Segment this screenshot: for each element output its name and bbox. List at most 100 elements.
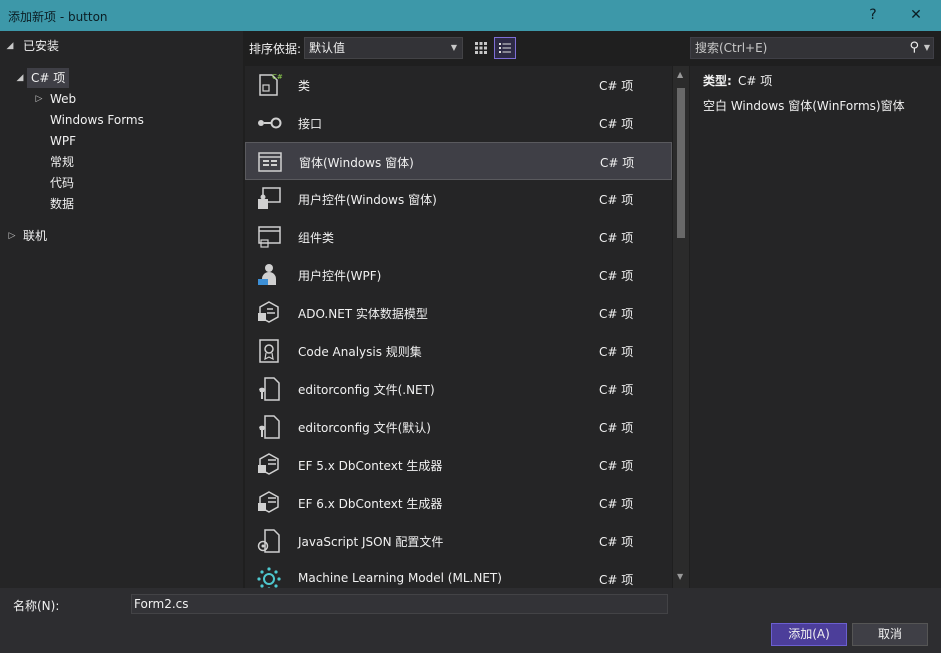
svg-text:C#: C# [272, 73, 283, 81]
close-button[interactable]: ✕ [899, 2, 933, 28]
sort-label: 排序依据: [249, 42, 302, 56]
template-item-row[interactable]: EF 5.x DbContext 生成器 C# 项 [245, 446, 672, 484]
editorconfig-icon [255, 375, 283, 403]
user-control-icon [255, 185, 283, 213]
entity-model-icon [255, 299, 283, 327]
template-item-language: C# 项 [599, 497, 634, 511]
tree-node-wpf[interactable]: WPF [50, 131, 76, 151]
tree-node-general[interactable]: 常规 [50, 152, 74, 172]
window-title: 添加新项 - button [8, 10, 108, 24]
scroll-thumb[interactable] [677, 88, 685, 238]
template-item-language: C# 项 [599, 79, 634, 93]
collapse-arrow-icon[interactable]: ◢ [5, 36, 15, 56]
help-button[interactable]: ? [856, 2, 890, 28]
tree-node-installed[interactable]: 已安装 [23, 36, 59, 56]
template-item-name: JavaScript JSON 配置文件 [298, 535, 444, 549]
template-item-name: ADO.NET 实体数据模型 [298, 307, 428, 321]
component-class-icon [255, 223, 283, 251]
list-view-button[interactable] [494, 37, 516, 59]
template-item-language: C# 项 [599, 193, 634, 207]
tree-node-data[interactable]: 数据 [50, 194, 74, 214]
class-icon: C# [255, 71, 283, 99]
wpf-user-control-icon [255, 261, 283, 289]
template-item-name: 用户控件(WPF) [298, 269, 382, 283]
template-item-row[interactable]: EF 6.x DbContext 生成器 C# 项 [245, 484, 672, 522]
bottom-bar: 名称(N): 添加(A) 取消 [0, 588, 941, 653]
template-item-language: C# 项 [599, 345, 634, 359]
template-item-row[interactable]: editorconfig 文件(.NET) C# 项 [245, 370, 672, 408]
title-bar: 添加新项 - button ? ✕ [0, 0, 941, 31]
template-tree: ◢ 已安装 ◢ C# 项 ▷ Web Windows Forms WPF 常规 … [0, 31, 243, 588]
search-box[interactable]: 搜索(Ctrl+E) ⚲ ▼ [690, 37, 934, 59]
tree-node-csharp[interactable]: C# 项 [27, 68, 70, 88]
template-item-row[interactable]: 组件类 C# 项 [245, 218, 672, 256]
template-item-row[interactable]: 窗体(Windows 窗体) C# 项 [245, 142, 672, 180]
search-input[interactable]: 搜索(Ctrl+E) [695, 41, 767, 55]
add-button[interactable]: 添加(A) [771, 623, 847, 646]
template-item-row[interactable]: 用户控件(Windows 窗体) C# 项 [245, 180, 672, 218]
template-item-row[interactable]: editorconfig 文件(默认) C# 项 [245, 408, 672, 446]
template-item-name: Code Analysis 规则集 [298, 345, 422, 359]
template-item-row[interactable]: 接口 C# 项 [245, 104, 672, 142]
tree-node-online[interactable]: 联机 [23, 226, 47, 246]
scroll-up-icon[interactable]: ▲ [677, 70, 683, 79]
collapse-arrow-icon[interactable]: ◢ [15, 68, 25, 88]
template-item-name: EF 6.x DbContext 生成器 [298, 497, 443, 511]
template-item-language: C# 项 [599, 421, 634, 435]
grid-view-icon [475, 42, 487, 54]
json-config-icon [255, 527, 283, 555]
template-item-language: C# 项 [599, 535, 634, 549]
template-item-language: C# 项 [599, 231, 634, 245]
template-item-language: C# 项 [599, 459, 634, 473]
expand-arrow-icon[interactable]: ▷ [7, 226, 17, 246]
template-item-row[interactable]: ADO.NET 实体数据模型 C# 项 [245, 294, 672, 332]
details-panel: 类型: C# 项 空白 Windows 窗体(WinForms)窗体 [690, 66, 941, 588]
ruleset-icon [255, 337, 283, 365]
template-item-name: 组件类 [298, 231, 335, 245]
cancel-button[interactable]: 取消 [852, 623, 928, 646]
windows-form-icon [256, 148, 284, 176]
chevron-down-icon[interactable]: ▼ [924, 38, 930, 58]
template-item-language: C# 项 [599, 307, 634, 321]
sort-dropdown[interactable]: 默认值 ▼ [304, 37, 463, 59]
dbcontext-generator-icon [255, 451, 283, 479]
template-item-name: 类 [298, 79, 311, 93]
template-item-name: Machine Learning Model (ML.NET) [298, 571, 502, 585]
dbcontext-generator-icon [255, 489, 283, 517]
name-label: 名称(N): [13, 599, 60, 613]
scroll-down-icon[interactable]: ▼ [677, 572, 683, 581]
template-item-language: C# 项 [599, 269, 634, 283]
template-item-language: C# 项 [599, 117, 634, 131]
template-item-language: C# 项 [599, 573, 634, 587]
ml-model-icon [255, 565, 283, 588]
grid-view-button[interactable] [470, 37, 492, 59]
template-item-row[interactable]: 用户控件(WPF) C# 项 [245, 256, 672, 294]
template-item-row[interactable]: JavaScript JSON 配置文件 C# 项 [245, 522, 672, 560]
chevron-down-icon: ▼ [450, 43, 457, 52]
template-item-name: 用户控件(Windows 窗体) [298, 193, 437, 207]
template-item-row[interactable]: C# 类 C# 项 [245, 66, 672, 104]
sort-value: 默认值 [309, 41, 346, 55]
editorconfig-icon [255, 413, 283, 441]
template-item-language: C# 项 [599, 383, 634, 397]
template-item-row[interactable]: Code Analysis 规则集 C# 项 [245, 332, 672, 370]
search-icon[interactable]: ⚲ [909, 38, 919, 58]
item-description: 空白 Windows 窗体(WinForms)窗体 [703, 99, 905, 113]
interface-icon [255, 109, 283, 137]
type-value: C# 项 [738, 74, 773, 88]
expand-arrow-icon[interactable]: ▷ [34, 89, 44, 109]
template-item-name: 窗体(Windows 窗体) [299, 156, 414, 170]
template-item-row[interactable]: Machine Learning Model (ML.NET) C# 项 [245, 560, 672, 588]
list-scrollbar[interactable]: ▲ ▼ [673, 66, 689, 588]
name-field[interactable] [131, 594, 668, 614]
template-item-name: 接口 [298, 117, 323, 131]
template-item-name: editorconfig 文件(.NET) [298, 383, 435, 397]
tree-node-windows-forms[interactable]: Windows Forms [50, 110, 144, 130]
template-list: C# 类 C# 项接口 C# 项窗体(Windows 窗体) C# 项用户控件(Wind… [245, 66, 672, 588]
tree-node-web[interactable]: Web [50, 89, 76, 109]
template-item-name: editorconfig 文件(默认) [298, 421, 431, 435]
list-view-icon [499, 43, 511, 53]
template-item-name: EF 5.x DbContext 生成器 [298, 459, 443, 473]
type-label: 类型: [703, 74, 732, 88]
tree-node-code[interactable]: 代码 [50, 173, 74, 193]
